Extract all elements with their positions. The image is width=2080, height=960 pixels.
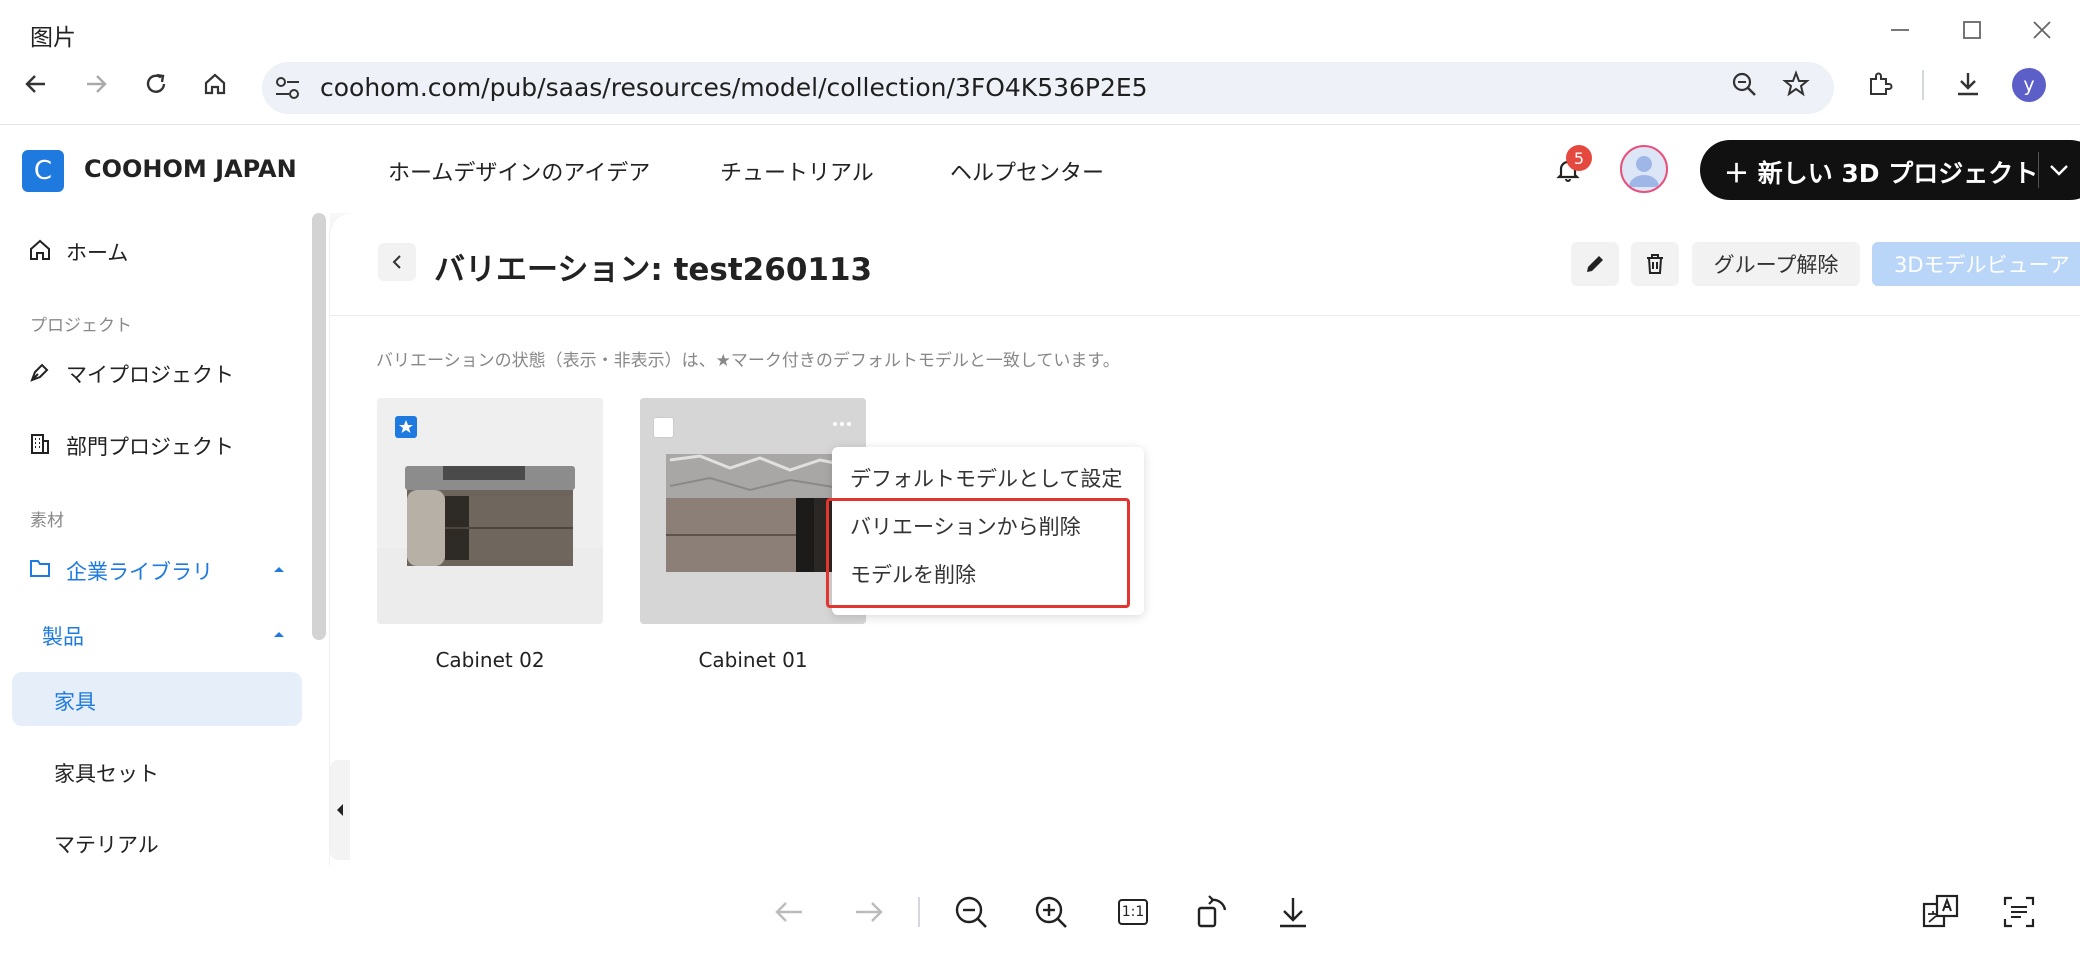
3d-model-viewer-button[interactable]: 3Dモデルビューア — [1872, 242, 2080, 286]
logo[interactable]: C — [22, 150, 64, 192]
maximize-icon[interactable] — [1950, 8, 1994, 52]
reload-icon[interactable] — [132, 60, 180, 108]
zoom-in-icon[interactable] — [1024, 885, 1078, 939]
variation-notice: バリエーションの状態（表示・非表示）は、★マーク付きのデフォルトモデルと一致して… — [376, 351, 1120, 371]
translate-icon[interactable] — [1914, 885, 1968, 939]
model-name: Cabinet 02 — [435, 648, 545, 672]
caret-up-icon[interactable] — [272, 629, 286, 639]
caret-up-icon[interactable] — [272, 564, 286, 574]
sidebar-section-material: 素材 — [30, 511, 64, 531]
rotate-icon[interactable] — [1186, 885, 1240, 939]
sidebar-item-material[interactable]: マテリアル — [54, 829, 159, 859]
sidebar-item-home[interactable]: ホーム — [66, 237, 128, 267]
building-icon — [28, 432, 52, 456]
download-icon[interactable] — [1944, 60, 1992, 108]
pen-tool-icon — [28, 360, 52, 384]
home-icon[interactable] — [191, 60, 239, 108]
home-icon — [28, 238, 52, 262]
sidebar-item-products[interactable]: 製品 — [42, 621, 84, 651]
menu-item-set-default[interactable]: デフォルトモデルとして設定 — [850, 463, 1122, 493]
more-options-icon[interactable] — [832, 418, 852, 430]
sidebar-item-furniture[interactable]: 家具 — [54, 686, 96, 716]
sidebar-item-dept-project[interactable]: 部門プロジェクト — [66, 431, 234, 461]
viewer-separator — [918, 897, 920, 927]
save-image-icon[interactable] — [1266, 885, 1320, 939]
back-button[interactable] — [378, 243, 416, 281]
highlight-box — [826, 498, 1130, 608]
back-arrow-icon[interactable] — [12, 60, 60, 108]
default-star-icon[interactable] — [395, 416, 417, 438]
profile-avatar[interactable]: y — [2012, 68, 2046, 102]
pencil-icon — [1583, 252, 1607, 276]
actual-size-label: 1:1 — [1118, 899, 1148, 925]
url-text[interactable]: coohom.com/pub/saas/resources/model/coll… — [320, 70, 1148, 106]
site-info-icon[interactable] — [272, 72, 304, 104]
nav-help-center[interactable]: ヘルプセンター — [950, 155, 1104, 187]
next-arrow-icon[interactable] — [842, 885, 896, 939]
bookmark-star-icon[interactable] — [1772, 60, 1820, 108]
minimize-icon[interactable] — [1878, 8, 1922, 52]
toolbar-separator — [1922, 70, 1924, 100]
user-avatar[interactable] — [1620, 145, 1668, 193]
zoom-icon[interactable] — [1720, 60, 1768, 108]
edit-button[interactable] — [1571, 242, 1619, 286]
delete-button[interactable] — [1631, 242, 1679, 286]
actual-size-button[interactable]: 1:1 — [1106, 885, 1160, 939]
header-divider — [330, 315, 2080, 316]
ungroup-button[interactable]: グループ解除 — [1692, 242, 1860, 286]
sidebar-item-furniture-set[interactable]: 家具セット — [54, 758, 159, 788]
new-3d-project-button[interactable]: ＋ 新しい 3D プロジェクト — [1700, 140, 2080, 200]
sidebar-section-project: プロジェクト — [30, 316, 132, 336]
new-project-label: ＋ 新しい 3D プロジェクト — [1724, 159, 2039, 188]
chevron-down-icon[interactable] — [2048, 160, 2070, 180]
nav-tutorial[interactable]: チュートリアル — [720, 155, 874, 187]
sidebar-item-my-project[interactable]: マイプロジェクト — [66, 359, 234, 389]
forward-arrow-icon[interactable] — [72, 60, 120, 108]
sidebar-item-enterprise-library[interactable]: 企業ライブラリ — [66, 556, 213, 586]
previous-arrow-icon[interactable] — [762, 885, 816, 939]
nav-home-design-ideas[interactable]: ホームデザインのアイデア — [388, 155, 650, 187]
extract-text-icon[interactable] — [1992, 885, 2046, 939]
select-checkbox[interactable] — [653, 417, 674, 438]
folder-icon — [28, 556, 52, 580]
sidebar-collapse-handle[interactable] — [330, 760, 350, 860]
close-icon[interactable] — [2020, 8, 2064, 52]
window-titlebar — [0, 0, 2080, 60]
zoom-out-icon[interactable] — [944, 885, 998, 939]
window-title: 图片 — [30, 25, 76, 51]
model-name: Cabinet 01 — [698, 648, 808, 672]
extensions-icon[interactable] — [1856, 60, 1904, 108]
page-title: バリエーション: test260113 — [434, 252, 873, 288]
button-divider — [2038, 152, 2039, 188]
brand-name[interactable]: COOHOM JAPAN — [84, 155, 297, 183]
notification-badge: 5 — [1566, 145, 1592, 171]
trash-icon — [1643, 252, 1667, 276]
sidebar-scrollbar[interactable] — [312, 213, 326, 640]
